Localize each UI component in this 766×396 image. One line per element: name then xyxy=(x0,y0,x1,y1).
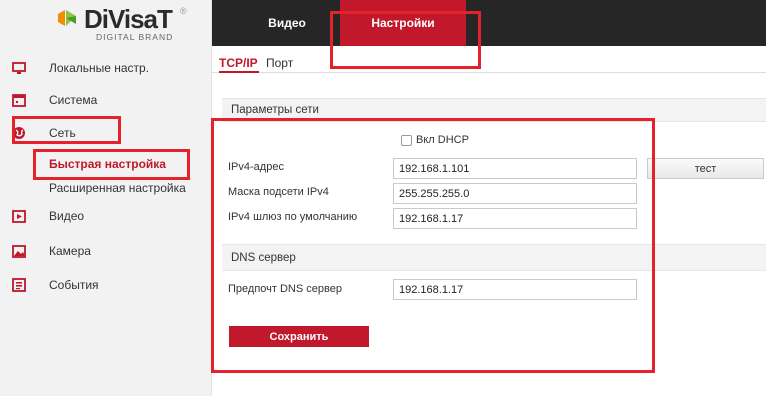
sidebar: DiVisaT ® DIGITAL BRAND Локальные настр.… xyxy=(0,0,212,396)
system-icon xyxy=(12,93,26,107)
logo-brand-text: DiVisaT xyxy=(84,4,173,34)
sidebar-item-local-settings[interactable]: Локальные настр. xyxy=(0,55,212,81)
image-icon xyxy=(12,244,26,258)
active-tab-indicator xyxy=(219,71,259,73)
sidebar-subitem-quick-setup[interactable]: Быстрая настройка xyxy=(49,157,166,171)
preferred-dns-label: Предпочт DNS сервер xyxy=(228,283,342,295)
gateway-input[interactable]: 192.168.1.17 xyxy=(393,208,637,229)
logo-reg-mark: ® xyxy=(180,6,187,16)
sidebar-item-camera[interactable]: Камера xyxy=(0,238,212,264)
top-navigation: Видео Настройки xyxy=(212,0,766,46)
logo-tagline: DIGITAL BRAND xyxy=(96,32,174,42)
sidebar-item-system[interactable]: Система xyxy=(0,87,212,113)
tab-tcpip[interactable]: TCP/IP xyxy=(219,56,258,70)
sidebar-item-events[interactable]: События xyxy=(0,272,212,298)
subnet-mask-label: Маска подсети IPv4 xyxy=(228,186,329,198)
topnav-settings[interactable]: Настройки xyxy=(340,0,466,46)
sidebar-item-label: Сеть xyxy=(49,126,76,140)
topnav-video[interactable]: Видео xyxy=(242,0,332,46)
preferred-dns-input[interactable]: 192.168.1.17 xyxy=(393,279,637,300)
sidebar-item-network[interactable]: Сеть xyxy=(0,120,212,146)
tab-divider xyxy=(212,72,766,73)
ipv4-address-input[interactable]: 192.168.1.101 xyxy=(393,158,637,179)
sidebar-item-label: Видео xyxy=(49,209,85,223)
sidebar-subitem-advanced-setup[interactable]: Расширенная настройка xyxy=(49,181,186,195)
network-params-header: Параметры сети xyxy=(222,98,766,122)
brand-logo: DiVisaT ® DIGITAL BRAND xyxy=(52,4,202,46)
tab-port[interactable]: Порт xyxy=(266,56,293,70)
dhcp-label: Вкл DHCP xyxy=(416,134,469,146)
save-button[interactable]: Сохранить xyxy=(229,326,369,347)
events-icon xyxy=(12,278,26,292)
dns-section-header: DNS сервер xyxy=(222,244,766,271)
network-globe-icon xyxy=(12,126,26,140)
ipv4-label: IPv4-адрес xyxy=(228,161,284,173)
sidebar-item-label: Локальные настр. xyxy=(49,61,150,75)
logo-mark-icon xyxy=(58,10,76,26)
subnet-mask-input[interactable]: 255.255.255.0 xyxy=(393,183,637,204)
sidebar-item-label: События xyxy=(49,278,99,292)
sidebar-item-label: Система xyxy=(49,93,98,107)
video-icon xyxy=(12,209,26,223)
test-button[interactable]: тест xyxy=(647,158,764,179)
sidebar-item-label: Камера xyxy=(49,244,91,258)
monitor-icon xyxy=(12,61,26,75)
gateway-label: IPv4 шлюз по умолчанию xyxy=(228,211,358,223)
sidebar-item-video[interactable]: Видео xyxy=(0,203,212,229)
dhcp-checkbox[interactable] xyxy=(401,135,412,146)
